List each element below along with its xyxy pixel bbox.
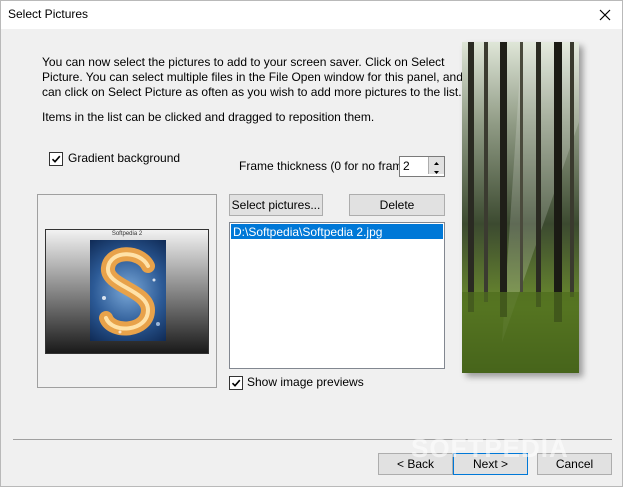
window-title: Select Pictures <box>8 7 89 21</box>
forest-banner-image <box>462 42 579 373</box>
frame-thickness-spinner: 2 <box>399 156 445 177</box>
checkmark-icon <box>51 155 61 163</box>
close-icon <box>599 9 611 21</box>
preview-thumbnail <box>90 240 166 341</box>
softpedia-logo-image <box>99 247 160 336</box>
select-pictures-button[interactable]: Select pictures... <box>229 194 323 216</box>
instruction-line-4: Items in the list can be clicked and dra… <box>42 110 375 124</box>
delete-button[interactable]: Delete <box>349 194 445 216</box>
preview-caption: Softpedia 2 <box>111 231 143 237</box>
close-button[interactable] <box>588 1 622 29</box>
gradient-background-label: Gradient background <box>68 151 181 165</box>
checkmark-icon <box>231 379 241 387</box>
picture-list[interactable]: D:\Softpedia\Softpedia 2.jpg <box>229 222 445 369</box>
select-pictures-dialog: Select Pictures You can now select the p… <box>0 0 623 487</box>
gradient-background-checkbox[interactable] <box>49 152 63 166</box>
show-image-previews-label: Show image previews <box>247 375 364 389</box>
arrow-down-icon <box>434 171 439 174</box>
softpedia-watermark: SOFTPEDIA <box>411 433 569 463</box>
list-item-label: D:\Softpedia\Softpedia 2.jpg <box>233 225 383 239</box>
instruction-line-1: You can now select the pictures to add t… <box>42 55 445 69</box>
dialog-body: You can now select the pictures to add t… <box>1 29 622 486</box>
frame-thickness-label: Frame thickness (0 for no frame): <box>239 159 417 173</box>
spin-down-button[interactable] <box>428 166 444 174</box>
frame-thickness-input[interactable]: 2 <box>403 159 410 173</box>
instruction-line-2: Picture. You can select multiple files i… <box>42 70 486 84</box>
forest-trees-drawing <box>462 42 579 373</box>
title-bar: Select Pictures <box>1 1 622 29</box>
preview-frame: Softpedia 2 <box>45 229 209 354</box>
list-item[interactable]: D:\Softpedia\Softpedia 2.jpg <box>231 224 443 239</box>
instruction-line-3: can click on Select Picture as often as … <box>42 85 462 99</box>
show-image-previews-checkbox[interactable] <box>229 376 243 390</box>
preview-panel: Softpedia 2 <box>37 194 217 388</box>
